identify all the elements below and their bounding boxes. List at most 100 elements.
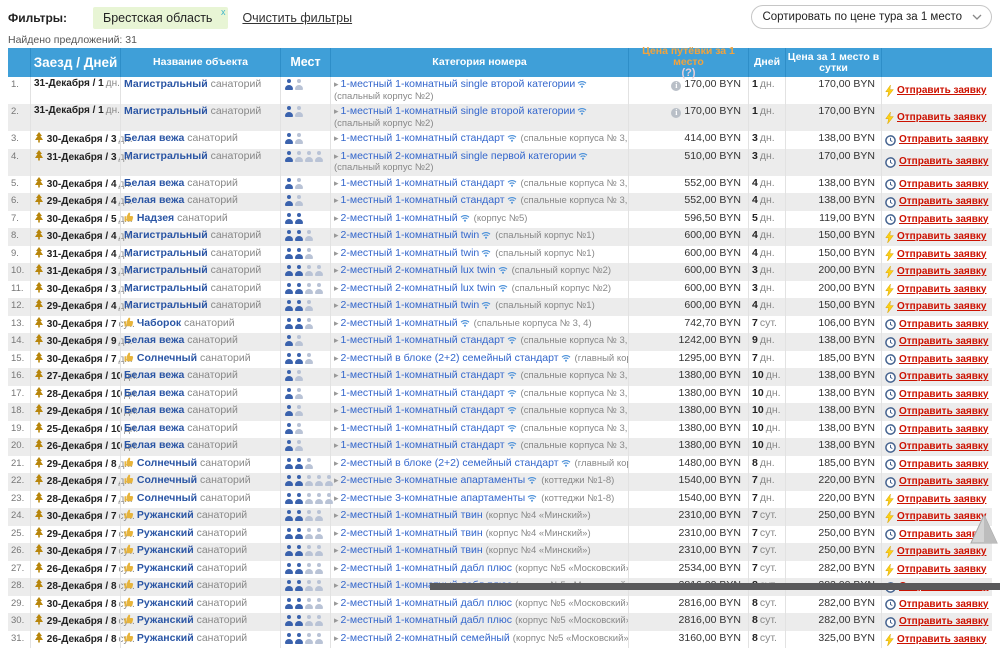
- header-price-per-day[interactable]: Цена за 1 место в сутки: [785, 48, 881, 77]
- object-name-link[interactable]: Надзея: [137, 212, 174, 224]
- category-link[interactable]: 1-местный 1-комнатный стандарт: [341, 177, 505, 189]
- object-name-link[interactable]: Солнечный: [137, 457, 197, 469]
- category-link[interactable]: 1-местный 1-комнатный стандарт: [341, 422, 505, 434]
- object-name-link[interactable]: Ружанский: [137, 597, 194, 609]
- object-name-link[interactable]: Ружанский: [137, 562, 194, 574]
- expand-caret-icon[interactable]: [334, 150, 339, 163]
- submit-request-link[interactable]: Отправить заявку: [899, 336, 988, 349]
- category-link[interactable]: 2-местный 2-комнатный lux twin: [341, 264, 496, 276]
- expand-caret-icon[interactable]: [334, 194, 339, 207]
- object-name-link[interactable]: Магистральный: [124, 247, 208, 259]
- object-name-link[interactable]: Белая вежа: [124, 387, 184, 399]
- object-name-link[interactable]: Магистральный: [124, 299, 208, 311]
- category-link[interactable]: 1-местный 1-комнатный стандарт: [341, 194, 505, 206]
- category-link[interactable]: 1-местный 1-комнатный стандарт: [341, 369, 505, 381]
- category-link[interactable]: 2-местный 2-комнатный lux twin: [341, 282, 496, 294]
- object-name-link[interactable]: Белая вежа: [124, 422, 184, 434]
- expand-caret-icon[interactable]: [334, 457, 339, 470]
- object-name-link[interactable]: Магистральный: [124, 105, 208, 117]
- header-seats-sort[interactable]: Мест: [280, 48, 330, 77]
- submit-request-link[interactable]: Отправить заявку: [899, 406, 988, 419]
- submit-request-link[interactable]: Отправить заявку: [899, 459, 988, 472]
- submit-request-link[interactable]: Отправить заявку: [897, 494, 986, 507]
- expand-caret-icon[interactable]: [334, 492, 339, 505]
- submit-request-link[interactable]: Отправить заявку: [899, 371, 988, 384]
- expand-caret-icon[interactable]: [334, 369, 339, 382]
- expand-caret-icon[interactable]: [334, 527, 339, 540]
- category-link[interactable]: 1-местный 1-комнатный single второй кате…: [341, 105, 576, 117]
- expand-caret-icon[interactable]: [334, 474, 339, 487]
- object-name-link[interactable]: Солнечный: [137, 352, 197, 364]
- info-icon[interactable]: [671, 81, 681, 91]
- submit-request-link[interactable]: Отправить заявку: [899, 319, 988, 332]
- submit-request-link[interactable]: Отправить заявку: [899, 616, 988, 629]
- expand-caret-icon[interactable]: [334, 334, 339, 347]
- category-link[interactable]: 2-местные 3-комнатные апартаменты: [341, 492, 526, 504]
- category-link[interactable]: 2-местный в блоке (2+2) семейный стандар…: [341, 457, 559, 469]
- object-name-link[interactable]: Белая вежа: [124, 439, 184, 451]
- submit-request-link[interactable]: Отправить заявку: [899, 441, 988, 454]
- scroll-to-top-button[interactable]: [969, 512, 999, 546]
- submit-request-link[interactable]: Отправить заявку: [899, 196, 988, 209]
- submit-request-link[interactable]: Отправить заявку: [897, 112, 986, 125]
- submit-request-link[interactable]: Отправить заявку: [899, 354, 988, 367]
- header-object-name[interactable]: Название объекта: [120, 48, 280, 77]
- object-name-link[interactable]: Солнечный: [137, 474, 197, 486]
- expand-caret-icon[interactable]: [334, 177, 339, 190]
- object-name-link[interactable]: Белая вежа: [124, 334, 184, 346]
- submit-request-link[interactable]: Отправить заявку: [897, 634, 986, 647]
- object-name-link[interactable]: Магистральный: [124, 150, 208, 162]
- info-icon[interactable]: [671, 108, 681, 118]
- header-category[interactable]: Категория номера: [330, 48, 628, 77]
- expand-caret-icon[interactable]: [334, 247, 339, 260]
- object-name-link[interactable]: Магистральный: [124, 282, 208, 294]
- submit-request-link[interactable]: Отправить заявку: [899, 424, 988, 437]
- expand-caret-icon[interactable]: [334, 229, 339, 242]
- object-name-link[interactable]: Ружанский: [137, 579, 194, 591]
- category-link[interactable]: 1-местный 1-комнатный стандарт: [341, 334, 505, 346]
- category-link[interactable]: 2-местный 1-комнатный дабл плюс: [341, 597, 513, 609]
- submit-request-link[interactable]: Отправить заявку: [897, 249, 986, 262]
- expand-caret-icon[interactable]: [334, 352, 339, 365]
- submit-request-link[interactable]: Отправить заявку: [899, 214, 988, 227]
- category-link[interactable]: 2-местный 1-комнатный: [341, 212, 458, 224]
- expand-caret-icon[interactable]: [334, 632, 339, 645]
- category-link[interactable]: 2-местный 1-комнатный твин: [341, 527, 483, 539]
- submit-request-link[interactable]: Отправить заявку: [899, 599, 988, 612]
- object-name-link[interactable]: Магистральный: [124, 264, 208, 276]
- object-name-link[interactable]: Ружанский: [137, 632, 194, 644]
- category-link[interactable]: 2-местный 1-комнатный: [341, 317, 458, 329]
- submit-request-link[interactable]: Отправить заявку: [897, 546, 986, 559]
- submit-request-link[interactable]: Отправить заявку: [897, 266, 986, 279]
- object-name-link[interactable]: Белая вежа: [124, 132, 184, 144]
- expand-caret-icon[interactable]: [334, 562, 339, 575]
- object-name-link[interactable]: Солнечный: [137, 492, 197, 504]
- header-checkin-sort[interactable]: Заезд / Дней: [30, 48, 120, 77]
- header-days[interactable]: Дней: [748, 48, 785, 77]
- expand-caret-icon[interactable]: [334, 597, 339, 610]
- category-link[interactable]: 2-местный 1-комнатный twin: [341, 247, 480, 259]
- submit-request-link[interactable]: Отправить заявку: [897, 301, 986, 314]
- category-link[interactable]: 2-местный 1-комнатный твин: [341, 544, 483, 556]
- object-name-link[interactable]: Ружанский: [137, 527, 194, 539]
- submit-request-link[interactable]: Отправить заявку: [897, 85, 986, 98]
- expand-caret-icon[interactable]: [334, 614, 339, 627]
- object-name-link[interactable]: Магистральный: [124, 229, 208, 241]
- header-price-sort[interactable]: Цена путёвки за 1 место (?): [628, 48, 748, 77]
- object-name-link[interactable]: Белая вежа: [124, 194, 184, 206]
- category-link[interactable]: 2-местный 1-комнатный twin: [341, 229, 480, 241]
- submit-request-link[interactable]: Отправить заявку: [899, 134, 988, 147]
- expand-caret-icon[interactable]: [334, 317, 339, 330]
- expand-caret-icon[interactable]: [334, 105, 339, 118]
- submit-request-link[interactable]: Отправить заявку: [899, 156, 988, 169]
- object-name-link[interactable]: Белая вежа: [124, 404, 184, 416]
- expand-caret-icon[interactable]: [334, 387, 339, 400]
- object-name-link[interactable]: Белая вежа: [124, 177, 184, 189]
- expand-caret-icon[interactable]: [334, 264, 339, 277]
- expand-caret-icon[interactable]: [334, 132, 339, 145]
- object-name-link[interactable]: Магистральный: [124, 78, 208, 90]
- clear-filters-link[interactable]: Очистить фильтры: [242, 11, 352, 25]
- expand-caret-icon[interactable]: [334, 78, 339, 91]
- category-link[interactable]: 2-местный 2-комнатный семейный: [341, 632, 510, 644]
- expand-caret-icon[interactable]: [334, 544, 339, 557]
